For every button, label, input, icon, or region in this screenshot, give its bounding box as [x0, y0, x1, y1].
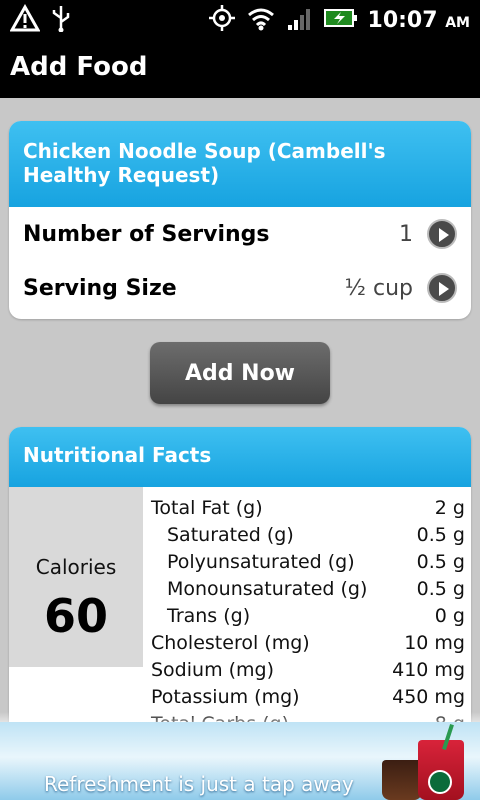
nutrient-value: 450 mg — [392, 686, 465, 708]
coffee-cup-icon — [382, 760, 422, 800]
nutrient-name: Saturated (g) — [167, 524, 294, 546]
ad-banner[interactable]: Refreshment is just a tap away — [0, 722, 480, 800]
calories-label: Calories — [35, 555, 117, 579]
title-bar: Add Food — [0, 38, 480, 98]
nutrient-row: Saturated (g) 0.5 g — [151, 524, 465, 551]
food-card: Chicken Noodle Soup (Cambell's Healthy R… — [9, 121, 471, 319]
nutrient-name: Total Fat (g) — [151, 497, 263, 519]
nutrient-name: Trans (g) — [167, 605, 251, 627]
nutrition-card: Nutritional Facts Calories 60 Total Fat … — [9, 427, 471, 737]
serving-size-value: ½ cup — [344, 275, 413, 301]
clock: 10:07 AM — [367, 7, 470, 33]
serving-size-row[interactable]: Serving Size ½ cup — [9, 261, 471, 315]
nutrient-name: Monounsaturated (g) — [167, 578, 368, 600]
serving-size-label: Serving Size — [23, 275, 177, 301]
status-bar: 10:07 AM — [0, 0, 480, 38]
calories-box: Calories 60 — [9, 487, 143, 667]
gps-icon — [208, 4, 236, 36]
nutrient-name: Sodium (mg) — [151, 659, 275, 681]
page-title: Add Food — [10, 52, 148, 82]
servings-arrow-icon[interactable] — [427, 219, 457, 249]
nutrient-row: Sodium (mg) 410 mg — [151, 659, 465, 686]
nutrient-value: 0 g — [434, 605, 465, 627]
add-now-button[interactable]: Add Now — [150, 342, 330, 404]
food-name: Chicken Noodle Soup (Cambell's Healthy R… — [9, 121, 471, 207]
wifi-icon — [246, 5, 276, 35]
nutrient-value: 0.5 g — [416, 524, 465, 546]
nutrient-row: Monounsaturated (g) 0.5 g — [151, 578, 465, 605]
servings-row[interactable]: Number of Servings 1 — [9, 207, 471, 261]
servings-value: 1 — [399, 221, 413, 247]
nutrient-value: 0.5 g — [416, 551, 465, 573]
nutrient-row: Potassium (mg) 450 mg — [151, 686, 465, 713]
serving-size-arrow-icon[interactable] — [427, 273, 457, 303]
nutrient-row: Polyunsaturated (g) 0.5 g — [151, 551, 465, 578]
nutrition-body: Calories 60 Total Fat (g) 2 g Saturated (g… — [9, 487, 471, 737]
nutrient-list: Total Fat (g) 2 g Saturated (g) 0.5 g Polyun… — [151, 497, 465, 737]
nutrient-row: Trans (g) 0 g — [151, 605, 465, 632]
nutrient-name: Potassium (mg) — [151, 686, 300, 708]
nutrient-name: Polyunsaturated (g) — [167, 551, 355, 573]
calories-value: 60 — [43, 589, 108, 643]
usb-icon — [50, 4, 72, 36]
nutrition-title: Nutritional Facts — [9, 427, 471, 487]
servings-label: Number of Servings — [23, 221, 270, 247]
warning-icon — [9, 3, 41, 36]
nutrient-value: 0.5 g — [416, 578, 465, 600]
nutrient-value: 410 mg — [392, 659, 465, 681]
ad-text: Refreshment is just a tap away — [44, 772, 354, 796]
nutrient-row: Total Fat (g) 2 g — [151, 497, 465, 524]
nutrient-value: 10 mg — [404, 632, 465, 654]
battery-charging-icon — [323, 7, 358, 33]
nutrient-value: 2 g — [434, 497, 465, 519]
nutrient-row: Cholesterol (mg) 10 mg — [151, 632, 465, 659]
nutrient-name: Cholesterol (mg) — [151, 632, 310, 654]
signal-icon — [286, 5, 314, 35]
coffee-logo-icon — [428, 770, 452, 794]
